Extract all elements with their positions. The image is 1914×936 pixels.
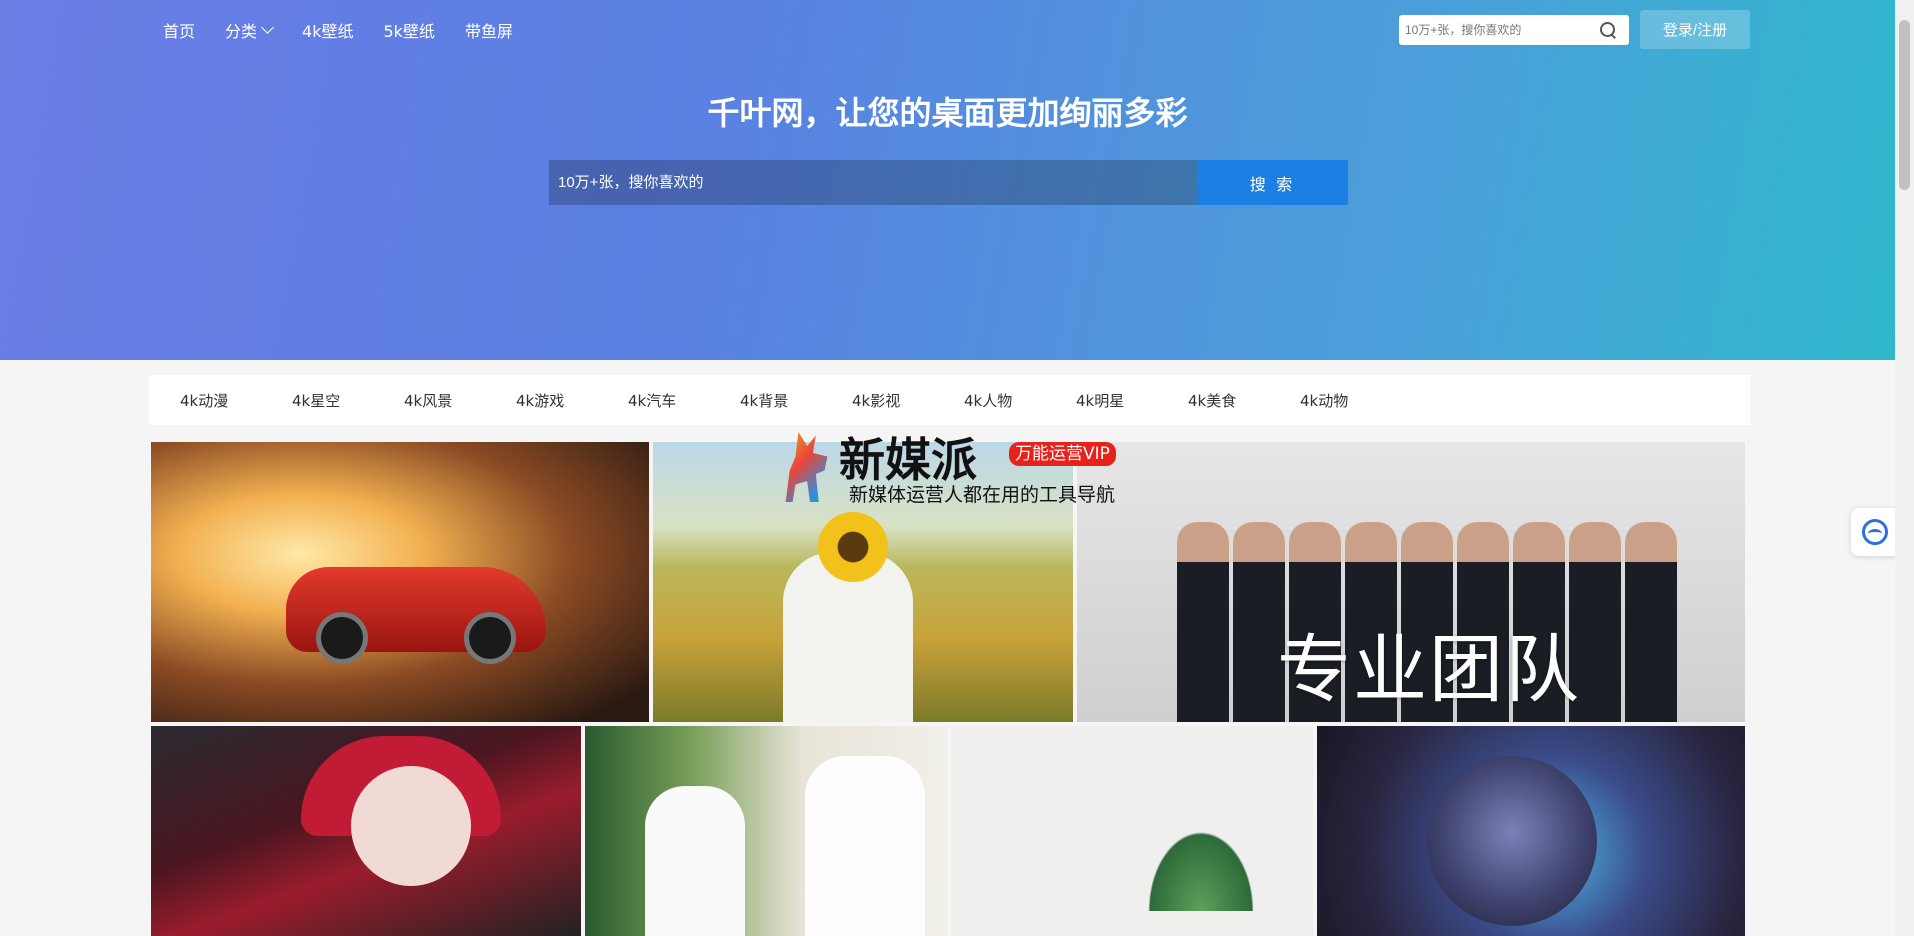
page-scrollbar[interactable] (1895, 0, 1914, 936)
category-food[interactable]: 4k美食 (1188, 390, 1300, 411)
category-anime[interactable]: 4k动漫 (180, 390, 292, 411)
hero-search-button[interactable]: 搜 索 (1197, 160, 1348, 205)
wallpaper-thumb-succulent[interactable] (951, 726, 1313, 936)
chevron-down-icon (261, 21, 274, 34)
nav-4k-wallpaper[interactable]: 4k壁纸 (302, 18, 353, 42)
category-cars[interactable]: 4k汽车 (628, 390, 740, 411)
floating-helper-widget[interactable] (1851, 508, 1899, 556)
wallpaper-thumb-game-character[interactable] (1317, 726, 1745, 936)
top-search-box (1399, 15, 1629, 45)
wallpaper-thumb-team[interactable]: 专业团队 (1077, 442, 1745, 722)
hero-search-input[interactable] (549, 160, 1197, 205)
category-film-tv[interactable]: 4k影视 (852, 390, 964, 411)
ad-overlay-logo[interactable]: 新媒派 万能运营VIP 新媒体运营人都在用的工具导航 (781, 430, 1136, 510)
category-celebrities[interactable]: 4k明星 (1076, 390, 1188, 411)
nav-ultrawide[interactable]: 带鱼屏 (465, 18, 513, 42)
hero-banner: 首页 分类 4k壁纸 5k壁纸 带鱼屏 登录/注册 千叶网，让您的桌面更加绚丽多… (0, 0, 1895, 360)
category-starry-sky[interactable]: 4k星空 (292, 390, 404, 411)
top-search-input[interactable] (1399, 23, 1595, 37)
category-people[interactable]: 4k人物 (964, 390, 1076, 411)
category-scenery[interactable]: 4k风景 (404, 390, 516, 411)
wallpaper-thumb-red-car[interactable] (151, 442, 649, 722)
wallpaper-thumb-costume-drama[interactable] (585, 726, 947, 936)
sunflower-shape (818, 512, 888, 582)
ad-subtitle: 新媒体运营人都在用的工具导航 (849, 484, 1116, 506)
category-bar: 4k动漫 4k星空 4k风景 4k游戏 4k汽车 4k背景 4k影视 4k人物 … (149, 375, 1750, 425)
category-animals[interactable]: 4k动物 (1300, 390, 1412, 411)
category-games[interactable]: 4k游戏 (516, 390, 628, 411)
search-icon[interactable] (1599, 21, 1617, 39)
wallpaper-thumb-anime-girl[interactable] (151, 726, 581, 936)
scrollbar-thumb[interactable] (1899, 20, 1910, 190)
top-nav: 首页 分类 4k壁纸 5k壁纸 带鱼屏 (163, 18, 543, 42)
category-backgrounds[interactable]: 4k背景 (740, 390, 852, 411)
car-shape (286, 567, 546, 664)
team-caption: 专业团队 (1277, 627, 1581, 713)
ad-vip-badge: 万能运营VIP (1009, 442, 1116, 466)
deer-logo-icon (785, 432, 828, 502)
helper-icon (1862, 519, 1888, 545)
login-register-button[interactable]: 登录/注册 (1640, 10, 1750, 49)
nav-category[interactable]: 分类 (225, 18, 274, 42)
hero-title: 千叶网，让您的桌面更加绚丽多彩 (707, 94, 1188, 132)
hero-search: 搜 索 (549, 160, 1348, 205)
nav-5k-wallpaper[interactable]: 5k壁纸 (383, 18, 434, 42)
nav-home[interactable]: 首页 (163, 18, 195, 42)
